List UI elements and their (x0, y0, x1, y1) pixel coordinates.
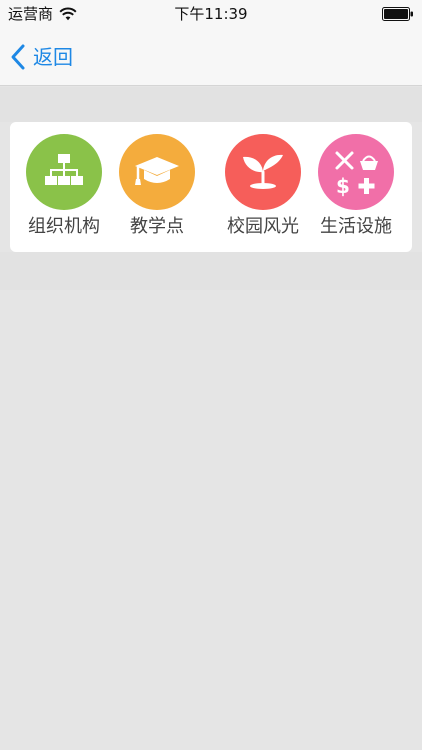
function-grid-panel: 组织机构 教学点 校园风光 $ 生活设施 (10, 122, 412, 252)
grid-item-teaching-point[interactable]: 教学点 (109, 134, 205, 244)
back-label: 返回 (33, 45, 73, 69)
top-bar: 运营商 下午11:39 返回 (0, 0, 422, 86)
facilities-icon: $ (318, 134, 394, 210)
navigation-bar: 返回 (0, 28, 422, 86)
sprout-icon (225, 134, 301, 210)
grid-item-organization[interactable]: 组织机构 (16, 134, 112, 244)
grid-item-campus-scenery[interactable]: 校园风光 (215, 134, 311, 244)
graduation-cap-icon (119, 134, 195, 210)
section-spacer-bottom (0, 252, 422, 290)
grid-item-living-facilities[interactable]: $ 生活设施 (308, 134, 404, 244)
grid-item-label-organization: 组织机构 (28, 216, 100, 237)
grid-item-label-living-facilities: 生活设施 (320, 216, 392, 237)
chevron-left-icon (11, 44, 25, 70)
grid-item-label-teaching-point: 教学点 (130, 216, 184, 237)
status-time: 下午11:39 (174, 5, 248, 23)
org-chart-icon (26, 134, 102, 210)
back-button[interactable]: 返回 (10, 39, 73, 75)
grid-item-label-campus-scenery: 校园风光 (227, 216, 299, 237)
battery-icon (382, 7, 413, 21)
svg-text:$: $ (336, 174, 350, 198)
section-spacer-top (0, 87, 422, 122)
status-bar: 运营商 下午11:39 (0, 0, 422, 28)
